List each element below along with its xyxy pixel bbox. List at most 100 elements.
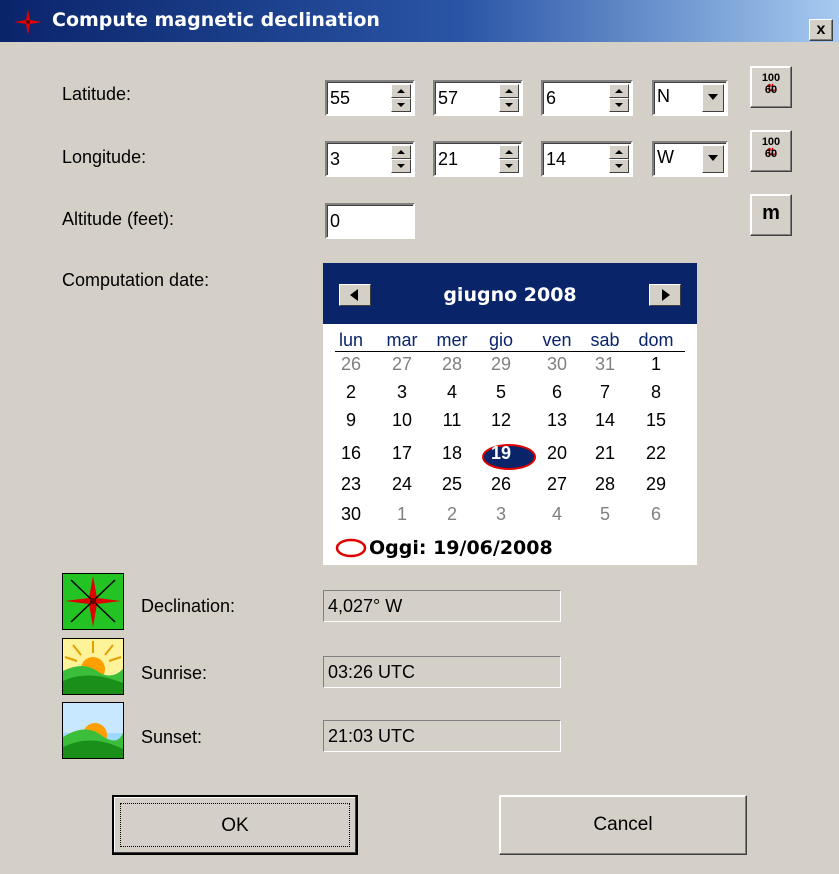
window-title: Compute magnetic declination: [52, 9, 380, 31]
calendar-day[interactable]: 30: [331, 504, 371, 525]
calendar-day[interactable]: 30: [537, 354, 577, 375]
weekday-header: mar: [386, 330, 418, 350]
calendar-day[interactable]: 1: [636, 354, 676, 375]
longitude-degrees-stepper[interactable]: [325, 141, 415, 177]
longitude-seconds-stepper[interactable]: [541, 141, 633, 177]
declination-compass-icon: [62, 573, 124, 630]
weekday-header: mer: [436, 330, 468, 350]
calendar-day[interactable]: 27: [537, 474, 577, 495]
calendar-day[interactable]: 29: [636, 474, 676, 495]
calendar-day[interactable]: 20: [537, 443, 577, 464]
calendar-day[interactable]: 7: [585, 382, 625, 403]
longitude-degrees-spin[interactable]: [391, 145, 411, 173]
ok-button[interactable]: OK: [112, 795, 358, 855]
calendar-day[interactable]: 22: [636, 443, 676, 464]
calendar-day[interactable]: 15: [636, 410, 676, 431]
title-bar[interactable]: Compute magnetic declination x: [0, 0, 839, 42]
next-month-button[interactable]: [649, 284, 681, 306]
latitude-minutes-spin[interactable]: [499, 84, 519, 112]
calendar-day[interactable]: 1: [382, 504, 422, 525]
convert-bottom-text: 60: [764, 148, 778, 160]
sunrise-label: Sunrise:: [141, 663, 208, 683]
calendar[interactable]: giugno 2008 lun mar mer gio ven sab dom 26 27 28…: [323, 263, 697, 565]
calendar-day[interactable]: 14: [585, 410, 625, 431]
units-button[interactable]: m: [750, 194, 792, 236]
calendar-day[interactable]: 4: [537, 504, 577, 525]
latitude-degrees-stepper[interactable]: [325, 80, 415, 116]
close-button[interactable]: x: [809, 19, 833, 41]
weekday-header: gio: [488, 330, 514, 350]
calendar-day[interactable]: 29: [481, 354, 521, 375]
calendar-day[interactable]: 2: [432, 504, 472, 525]
latitude-hemisphere-select[interactable]: N: [652, 80, 728, 116]
sunrise-value: 03:26 UTC: [323, 656, 561, 688]
calendar-day[interactable]: 25: [432, 474, 472, 495]
weekday-header: dom: [638, 330, 674, 350]
calendar-day[interactable]: 6: [636, 504, 676, 525]
calendar-day[interactable]: 2: [331, 382, 371, 403]
latitude-seconds-stepper[interactable]: [541, 80, 633, 116]
longitude-seconds-spin[interactable]: [609, 145, 629, 173]
latitude-label: Latitude:: [62, 84, 132, 104]
sunset-label: Sunset:: [141, 727, 203, 747]
weekday-header: sab: [590, 330, 620, 350]
latitude-minutes-stepper[interactable]: [433, 80, 523, 116]
calendar-day[interactable]: 26: [331, 354, 371, 375]
ok-button-label: OK: [221, 815, 249, 836]
sunset-value: 21:03 UTC: [323, 720, 561, 752]
longitude-minutes-spin[interactable]: [499, 145, 519, 173]
calendar-day[interactable]: 9: [331, 410, 371, 431]
latitude-seconds-spin[interactable]: [609, 84, 629, 112]
chevron-down-icon[interactable]: [702, 145, 724, 173]
dialog-window: Compute magnetic declination x Latitude:…: [0, 0, 839, 874]
altitude-label: Altitude (feet):: [62, 209, 175, 229]
calendar-day[interactable]: 18: [432, 443, 472, 464]
calendar-day[interactable]: 26: [481, 474, 521, 495]
calendar-day[interactable]: 24: [382, 474, 422, 495]
longitude-label: Longitude:: [62, 147, 147, 167]
calendar-day[interactable]: 27: [382, 354, 422, 375]
calendar-day[interactable]: 28: [432, 354, 472, 375]
calendar-header: giugno 2008: [323, 263, 697, 324]
computation-date-label: Computation date:: [62, 270, 210, 290]
calendar-day[interactable]: 11: [432, 410, 472, 431]
calendar-day[interactable]: 21: [585, 443, 625, 464]
calendar-day[interactable]: 4: [432, 382, 472, 403]
calendar-day[interactable]: 17: [382, 443, 422, 464]
calendar-day[interactable]: 31: [585, 354, 625, 375]
calendar-day-selected[interactable]: 19: [481, 443, 521, 464]
longitude-minutes-stepper[interactable]: [433, 141, 523, 177]
calendar-day[interactable]: 3: [382, 382, 422, 403]
calendar-month-title: giugno 2008: [443, 284, 577, 306]
calendar-day[interactable]: 10: [382, 410, 422, 431]
weekday-header: ven: [542, 330, 572, 350]
cancel-button[interactable]: Cancel: [499, 795, 747, 855]
latitude-convert-button[interactable]: 100 ⇅ 60: [750, 66, 792, 108]
latitude-degrees-spin[interactable]: [391, 84, 411, 112]
today-marker-icon: [335, 538, 367, 558]
weekday-divider: [335, 351, 685, 352]
today-label[interactable]: Oggi: 19/06/2008: [369, 537, 553, 559]
sunrise-icon: [62, 638, 124, 695]
latitude-hemisphere-value: N: [657, 86, 670, 106]
altitude-field[interactable]: [325, 203, 415, 239]
chevron-down-icon[interactable]: [702, 84, 724, 112]
convert-bottom-text: 60: [764, 84, 778, 96]
longitude-convert-button[interactable]: 100 ⇅ 60: [750, 130, 792, 172]
weekday-header: lun: [338, 330, 364, 350]
calendar-day[interactable]: 3: [481, 504, 521, 525]
calendar-day[interactable]: 5: [481, 382, 521, 403]
longitude-hemisphere-value: W: [657, 147, 674, 167]
sunset-icon: [62, 702, 124, 759]
compass-star-icon: [14, 9, 42, 35]
calendar-day[interactable]: 12: [481, 410, 521, 431]
calendar-day[interactable]: 13: [537, 410, 577, 431]
calendar-day[interactable]: 6: [537, 382, 577, 403]
calendar-day[interactable]: 28: [585, 474, 625, 495]
calendar-day[interactable]: 16: [331, 443, 371, 464]
calendar-day[interactable]: 5: [585, 504, 625, 525]
longitude-hemisphere-select[interactable]: W: [652, 141, 728, 177]
altitude-input[interactable]: [330, 207, 410, 235]
calendar-day[interactable]: 23: [331, 474, 371, 495]
calendar-day[interactable]: 8: [636, 382, 676, 403]
